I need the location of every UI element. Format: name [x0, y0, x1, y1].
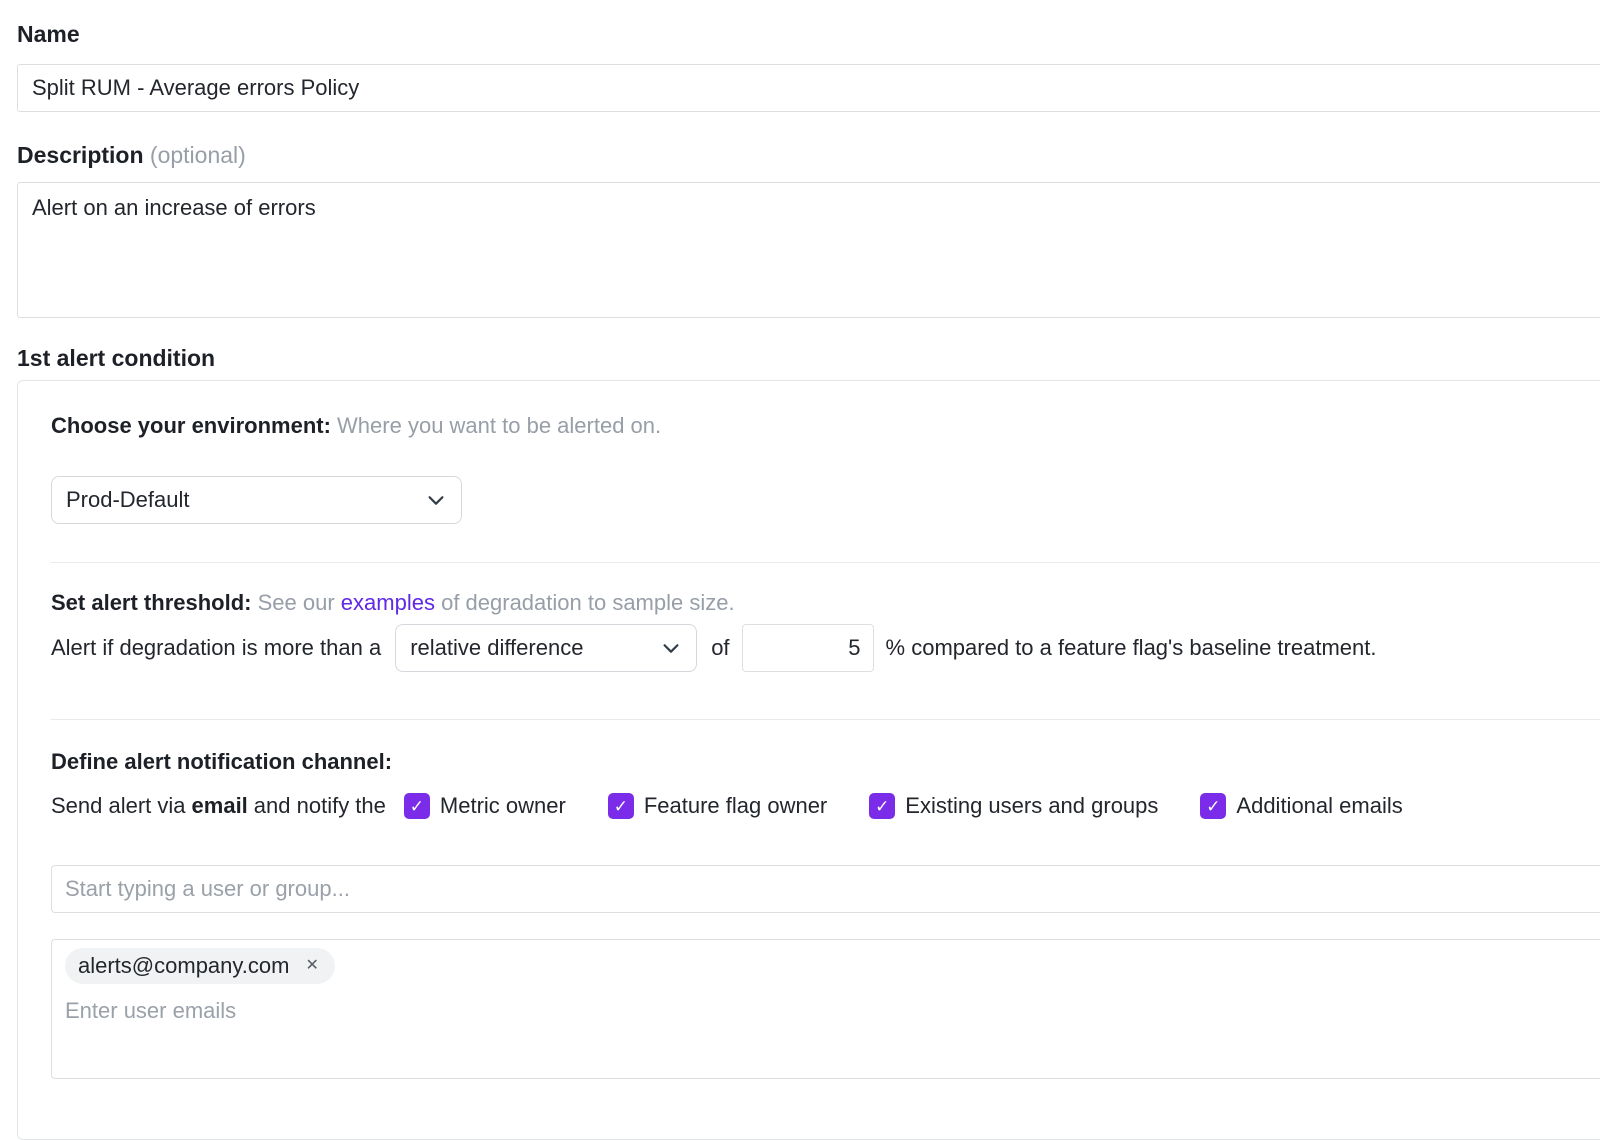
name-input[interactable]: [17, 64, 1600, 112]
send-prefix: Send alert via: [51, 792, 186, 820]
section-divider: [51, 562, 1600, 563]
threshold-sentence-prefix: Alert if degradation is more than a: [51, 635, 381, 661]
environment-selected-value: Prod-Default: [66, 487, 190, 513]
alert-policy-form: Name Description (optional) Alert on an …: [0, 0, 1600, 1140]
checkmark-icon: ✓: [614, 798, 628, 815]
threshold-of-text: of: [711, 635, 729, 661]
checkmark-icon: ✓: [1206, 798, 1220, 815]
additional-emails-checkbox[interactable]: ✓: [1200, 793, 1226, 819]
chevron-down-icon: [425, 489, 447, 511]
environment-hint: Where you want to be alerted on.: [337, 413, 661, 438]
feature-flag-owner-label: Feature flag owner: [644, 792, 827, 820]
threshold-row: Alert if degradation is more than a rela…: [51, 624, 1600, 672]
existing-users-checkbox[interactable]: ✓: [869, 793, 895, 819]
section-divider: [51, 719, 1600, 720]
comparison-selected-value: relative difference: [410, 635, 583, 661]
threshold-instruction: Set alert threshold: See our examples of…: [51, 590, 1600, 616]
notify-option-additional-emails: ✓ Additional emails: [1200, 792, 1402, 820]
threshold-hint-prefix: See our: [258, 590, 335, 615]
notify-option-existing-users: ✓ Existing users and groups: [869, 792, 1158, 820]
notification-instruction: Define alert notification channel:: [51, 749, 1600, 775]
notification-send-row: Send alert via email and notify the ✓ Me…: [51, 792, 1600, 820]
description-optional-hint: (optional): [150, 142, 246, 168]
threshold-sentence-suffix: % compared to a feature flag's baseline …: [886, 635, 1377, 661]
alert-condition-panel: Choose your environment: Where you want …: [17, 380, 1600, 1140]
description-textarea[interactable]: Alert on an increase of errors: [17, 182, 1600, 318]
metric-owner-label: Metric owner: [440, 792, 566, 820]
examples-link[interactable]: examples: [341, 590, 435, 615]
remove-chip-icon[interactable]: ✕: [305, 958, 318, 974]
email-input[interactable]: [65, 998, 1535, 1024]
environment-select[interactable]: Prod-Default: [51, 476, 462, 524]
environment-label: Choose your environment:: [51, 413, 331, 438]
threshold-value-input[interactable]: [742, 624, 874, 672]
additional-emails-box[interactable]: alerts@company.com ✕: [51, 939, 1600, 1079]
notification-label: Define alert notification channel:: [51, 749, 392, 774]
comparison-type-select[interactable]: relative difference: [395, 624, 697, 672]
name-label: Name: [17, 22, 1600, 46]
metric-owner-checkbox[interactable]: ✓: [404, 793, 430, 819]
notify-option-feature-flag-owner: ✓ Feature flag owner: [608, 792, 827, 820]
description-label: Description (optional): [17, 143, 1600, 167]
feature-flag-owner-checkbox[interactable]: ✓: [608, 793, 634, 819]
notify-option-metric-owner: ✓ Metric owner: [404, 792, 566, 820]
checkmark-icon: ✓: [410, 798, 424, 815]
condition-heading: 1st alert condition: [17, 346, 1600, 370]
environment-instruction: Choose your environment: Where you want …: [51, 413, 1600, 439]
checkmark-icon: ✓: [875, 798, 889, 815]
send-suffix: and notify the: [254, 792, 386, 820]
additional-emails-label: Additional emails: [1236, 792, 1402, 820]
email-chip-text: alerts@company.com: [78, 953, 289, 979]
email-chip: alerts@company.com ✕: [65, 948, 335, 984]
threshold-hint-suffix: of degradation to sample size.: [441, 590, 735, 615]
existing-users-label: Existing users and groups: [905, 792, 1158, 820]
user-group-input[interactable]: [51, 865, 1600, 913]
send-channel: email: [192, 792, 248, 820]
threshold-label: Set alert threshold:: [51, 590, 251, 615]
chevron-down-icon: [660, 637, 682, 659]
description-label-text: Description: [17, 142, 144, 168]
